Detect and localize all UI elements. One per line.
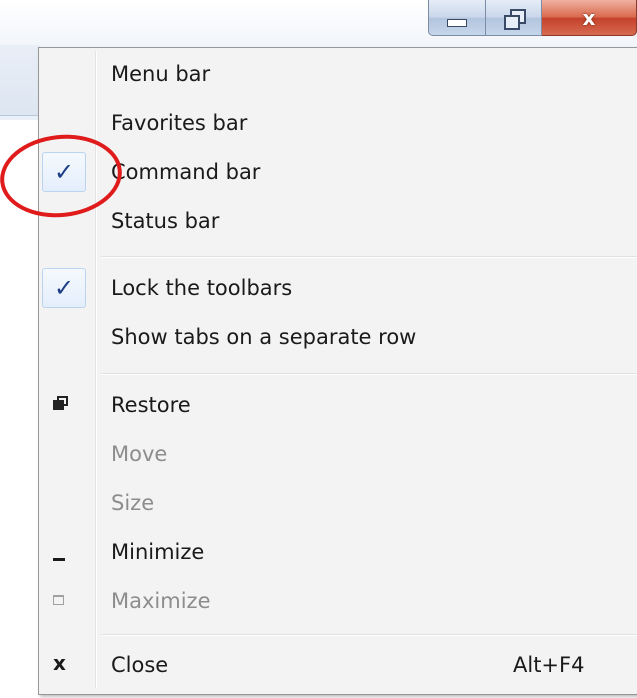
- close-window-button[interactable]: x: [542, 0, 637, 36]
- close-shortcut: Alt+F4: [513, 653, 585, 677]
- menu-item-maximize: Maximize: [39, 579, 637, 623]
- screenshot-stage: x Menu bar Favorites bar ✓ Command bar S…: [0, 0, 637, 698]
- menu-separator: [101, 634, 637, 636]
- menu-item-label: Move: [111, 442, 168, 466]
- menu-item-label: Close: [111, 653, 169, 677]
- menu-item-restore[interactable]: Restore: [39, 383, 637, 427]
- menu-item-menu-bar[interactable]: Menu bar: [39, 52, 637, 96]
- menu-item-label: Show tabs on a separate row: [111, 325, 417, 349]
- menu-item-label: Favorites bar: [111, 111, 248, 135]
- minimize-window-button[interactable]: [428, 0, 486, 36]
- menu-item-minimize[interactable]: Minimize: [39, 530, 637, 574]
- menu-item-close[interactable]: x Close Alt+F4: [39, 643, 637, 687]
- menu-item-label: Size: [111, 491, 155, 515]
- maximize-icon: [53, 595, 64, 605]
- menu-item-label: Maximize: [111, 589, 211, 613]
- minimize-icon: [447, 18, 467, 27]
- menu-item-status-bar[interactable]: Status bar: [39, 199, 637, 243]
- close-icon: x: [53, 651, 66, 675]
- menu-separator: [101, 373, 637, 375]
- restore-icon: [503, 8, 526, 30]
- window-caption-buttons: x: [428, 0, 637, 40]
- menu-item-lock-toolbars[interactable]: ✓ Lock the toolbars: [39, 266, 637, 310]
- menu-item-label: Minimize: [111, 540, 205, 564]
- toolbar-strip: [0, 45, 40, 116]
- lock-toolbars-check-box: ✓: [42, 268, 86, 308]
- window-context-menu: Menu bar Favorites bar ✓ Command bar Sta…: [38, 47, 637, 695]
- menu-item-label: Command bar: [111, 160, 261, 184]
- menu-item-size: Size: [39, 481, 637, 525]
- close-icon: x: [582, 5, 596, 30]
- menu-item-label: Lock the toolbars: [111, 276, 293, 300]
- menu-item-label: Restore: [111, 393, 191, 417]
- menu-item-favorites-bar[interactable]: Favorites bar: [39, 101, 637, 145]
- menu-separator: [101, 256, 637, 258]
- menu-item-label: Menu bar: [111, 62, 211, 86]
- restore-icon: [53, 396, 68, 410]
- menu-item-command-bar[interactable]: ✓ Command bar: [39, 150, 637, 194]
- menu-item-move: Move: [39, 432, 637, 476]
- menu-item-show-tabs-separate-row[interactable]: Show tabs on a separate row: [39, 315, 637, 359]
- restore-window-button[interactable]: [486, 0, 542, 36]
- minimize-icon: [53, 558, 65, 561]
- check-icon: ✓: [53, 274, 75, 302]
- menu-item-label: Status bar: [111, 209, 220, 233]
